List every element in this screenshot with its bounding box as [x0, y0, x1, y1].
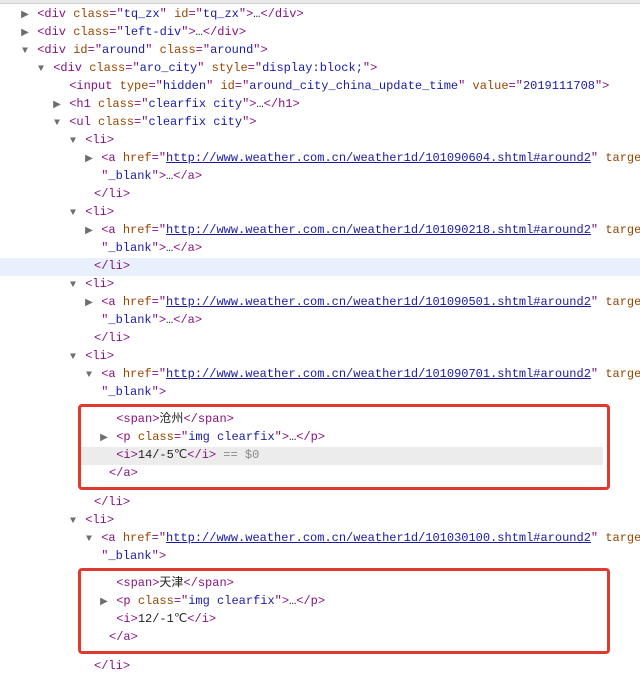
- href-link[interactable]: http://www.weather.com.cn/weather1d/1010…: [166, 531, 591, 545]
- collapse-arrow[interactable]: ▼: [84, 532, 94, 548]
- dom-node-i[interactable]: ▶ <i>12/-1℃</i>: [81, 611, 603, 629]
- dom-node-a-cont[interactable]: ▶ "_blank">…</a>: [0, 168, 640, 186]
- expand-arrow[interactable]: ▶: [84, 224, 94, 240]
- dom-node-li-close[interactable]: ▶</li>: [0, 186, 640, 204]
- dom-node-a[interactable]: ▶ <a href="http://www.weather.com.cn/wea…: [0, 150, 640, 168]
- highlight-box-2: ▶ <span>天津</span> ▶ <p class="img clearf…: [78, 568, 610, 654]
- dom-node-ul[interactable]: ▼ <ul class="clearfix city">: [0, 114, 640, 132]
- href-link[interactable]: http://www.weather.com.cn/weather1d/1010…: [166, 223, 591, 237]
- dom-tree: ▶ <div class="tq_zx" id="tq_zx">…</div> …: [0, 4, 640, 686]
- dom-node-div-leftdiv[interactable]: ▶ <div class="left-div">…</div>: [0, 24, 640, 42]
- expand-arrow[interactable]: ▶: [84, 152, 94, 168]
- dom-node-li-close[interactable]: ▶</li>: [0, 494, 640, 512]
- dom-node-i-selected[interactable]: ▶ <i>14/-5℃</i> == $0: [81, 447, 603, 465]
- dom-node-li-close[interactable]: ▶</li>: [0, 330, 640, 348]
- expand-arrow[interactable]: ▶: [20, 26, 30, 42]
- dollar-zero-indicator: == $0: [216, 448, 259, 462]
- collapse-arrow[interactable]: ▼: [68, 278, 78, 294]
- collapse-arrow[interactable]: ▼: [68, 350, 78, 366]
- collapse-arrow[interactable]: ▼: [68, 514, 78, 530]
- dom-node-li[interactable]: ▼ <li>: [0, 348, 640, 366]
- dom-node-a-open-cont[interactable]: ▶ "_blank">: [0, 548, 640, 566]
- dom-node-li-close[interactable]: ▶</li>: [0, 258, 640, 276]
- expand-arrow[interactable]: ▶: [99, 431, 109, 447]
- expand-arrow[interactable]: ▶: [99, 595, 109, 611]
- href-link[interactable]: http://www.weather.com.cn/weather1d/1010…: [166, 151, 591, 165]
- dom-node-li[interactable]: ▼ <li>: [0, 132, 640, 150]
- collapse-arrow[interactable]: ▼: [36, 62, 46, 78]
- highlight-box-1: ▶ <span>沧州</span> ▶ <p class="img clearf…: [78, 404, 610, 490]
- dom-node-a-open-cont[interactable]: ▶ "_blank">: [0, 384, 640, 402]
- dom-node-p[interactable]: ▶ <p class="img clearfix">…</p>: [81, 593, 603, 611]
- dom-node-a-cont[interactable]: ▶ "_blank">…</a>: [0, 240, 640, 258]
- href-link[interactable]: http://www.weather.com.cn/weather1d/1010…: [166, 295, 591, 309]
- dom-node-div-around[interactable]: ▼ <div id="around" class="around">: [0, 42, 640, 60]
- dom-node-a-open[interactable]: ▼ <a href="http://www.weather.com.cn/wea…: [0, 530, 640, 548]
- dom-node-span[interactable]: ▶ <span>天津</span>: [81, 575, 603, 593]
- dom-node-li[interactable]: ▼ <li>: [0, 204, 640, 222]
- collapse-arrow[interactable]: ▼: [68, 134, 78, 150]
- dom-node-p[interactable]: ▶ <p class="img clearfix">…</p>: [81, 429, 603, 447]
- expand-arrow[interactable]: ▶: [52, 98, 62, 114]
- dom-node-a-close[interactable]: ▶</a>: [81, 629, 603, 647]
- collapse-arrow[interactable]: ▼: [68, 206, 78, 222]
- collapse-arrow[interactable]: ▼: [20, 44, 30, 60]
- dom-node-a[interactable]: ▶ <a href="http://www.weather.com.cn/wea…: [0, 294, 640, 312]
- dom-node-a-close[interactable]: ▶</a>: [81, 465, 603, 483]
- collapse-arrow[interactable]: ▼: [52, 116, 62, 132]
- expand-arrow[interactable]: ▶: [20, 8, 30, 24]
- dom-node-span[interactable]: ▶ <span>沧州</span>: [81, 411, 603, 429]
- dom-node-a-open[interactable]: ▼ <a href="http://www.weather.com.cn/wea…: [0, 366, 640, 384]
- dom-node-li-close[interactable]: ▶</li>: [0, 658, 640, 676]
- dom-node-input-hidden[interactable]: ▶ <input type="hidden" id="around_city_c…: [0, 78, 640, 96]
- href-link[interactable]: http://www.weather.com.cn/weather1d/1010…: [166, 367, 591, 381]
- dom-node-div-arocity[interactable]: ▼ <div class="aro_city" style="display:b…: [0, 60, 640, 78]
- dom-node-li[interactable]: ▼ <li>: [0, 512, 640, 530]
- collapse-arrow[interactable]: ▼: [84, 368, 94, 384]
- dom-node-h1[interactable]: ▶ <h1 class="clearfix city">…</h1>: [0, 96, 640, 114]
- dom-node-a-cont[interactable]: ▶ "_blank">…</a>: [0, 312, 640, 330]
- expand-arrow[interactable]: ▶: [84, 296, 94, 312]
- dom-node-div-tqzx[interactable]: ▶ <div class="tq_zx" id="tq_zx">…</div>: [0, 6, 640, 24]
- dom-node-a[interactable]: ▶ <a href="http://www.weather.com.cn/wea…: [0, 222, 640, 240]
- dom-node-li[interactable]: ▼ <li>: [0, 276, 640, 294]
